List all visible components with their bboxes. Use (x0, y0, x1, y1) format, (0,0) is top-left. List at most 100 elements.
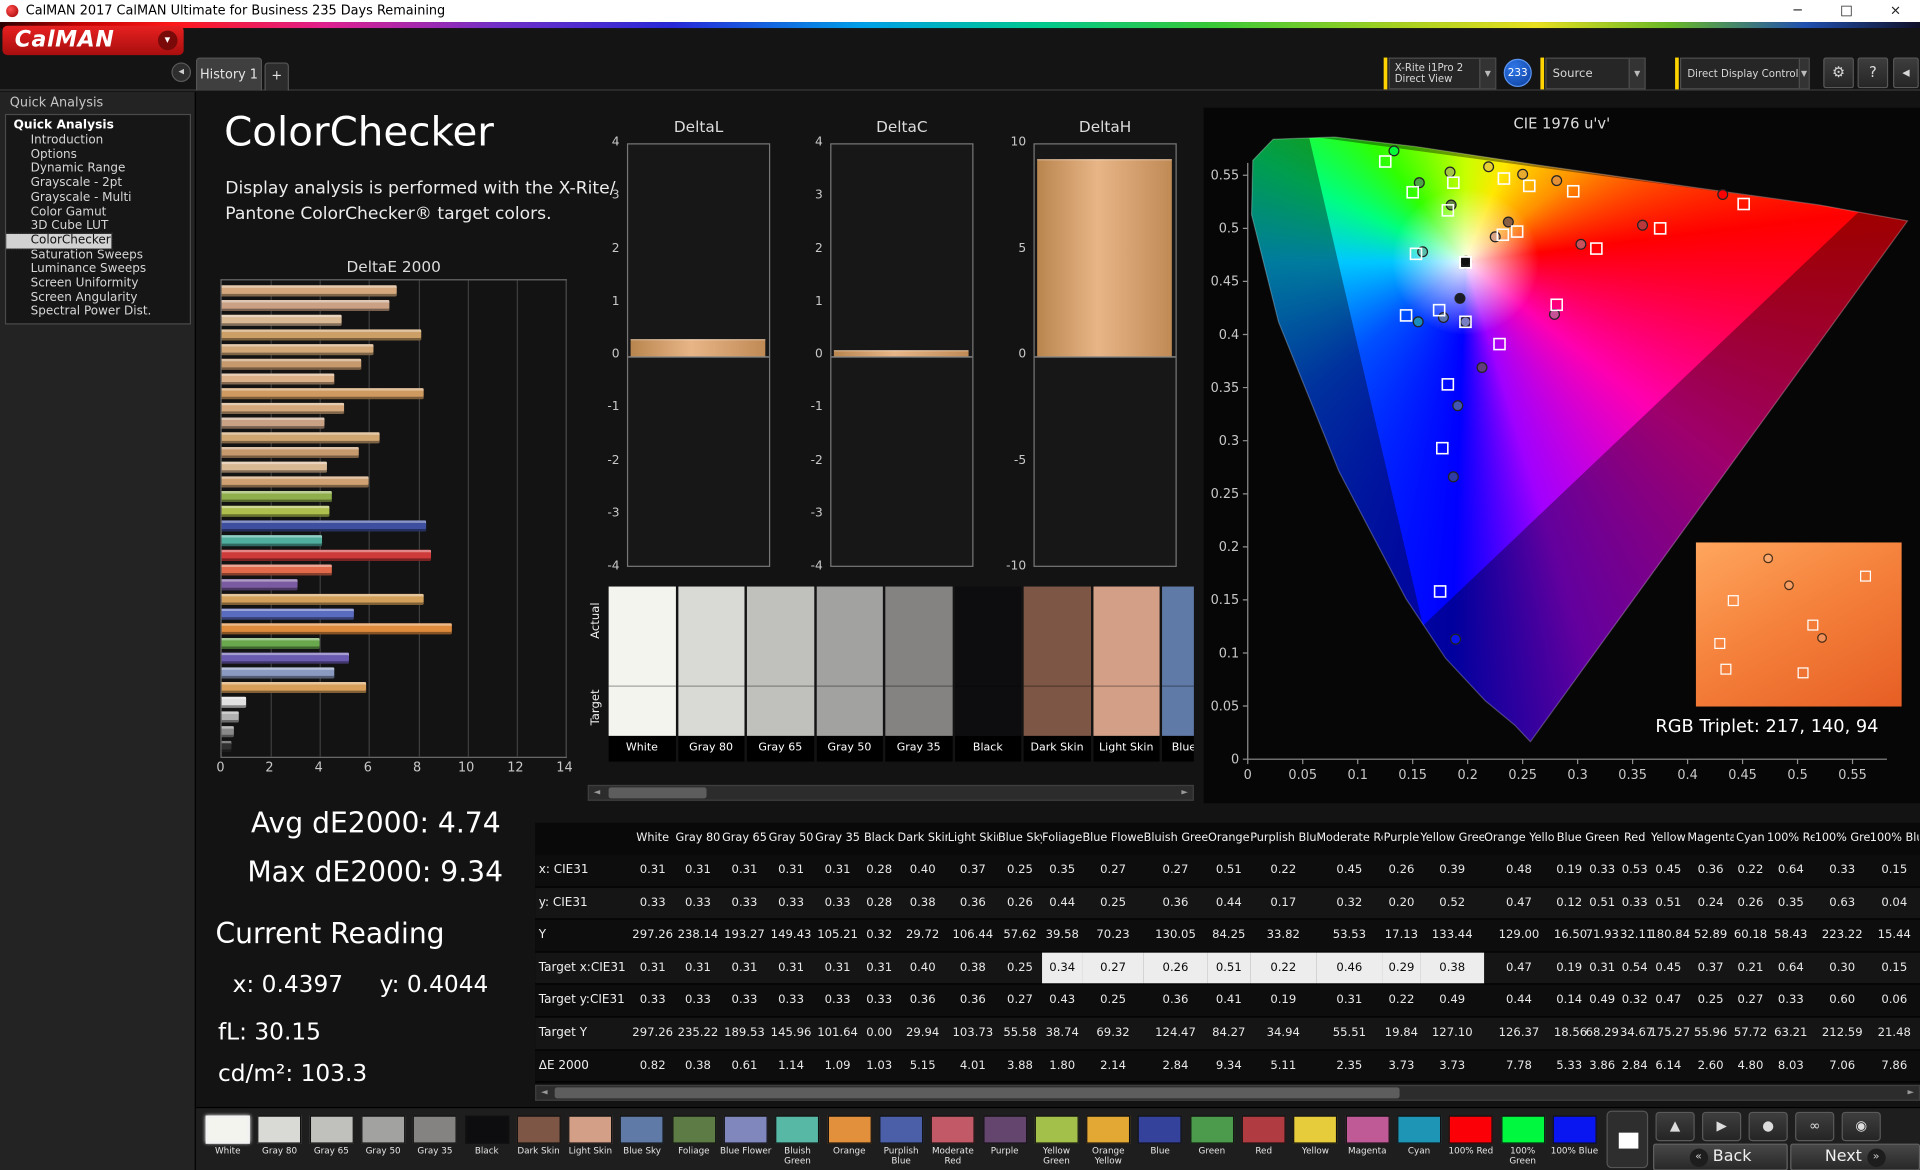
table-cell[interactable]: 0.36 (1144, 887, 1208, 918)
table-scrollbar[interactable]: ◄ ► (535, 1084, 1920, 1101)
table-cell[interactable]: 0.31 (861, 952, 898, 983)
add-tab-button[interactable]: + (264, 62, 289, 91)
table-cell[interactable]: 106.44 (948, 920, 998, 951)
table-cell[interactable]: 0.47 (1649, 985, 1687, 1016)
strip-swatch-dark-skin[interactable]: Dark Skin (1023, 586, 1091, 762)
table-cell[interactable]: 0.04 (1870, 887, 1919, 918)
table-cell[interactable]: 0.25 (998, 855, 1042, 886)
patch-button-cyan[interactable]: Cyan (1395, 1113, 1444, 1169)
table-cell[interactable]: 1.80 (1042, 1050, 1082, 1081)
patch-button-gray-65[interactable]: Gray 65 (307, 1113, 356, 1169)
table-cell[interactable]: 52.89 (1687, 920, 1734, 951)
table-cell[interactable]: 238.14 (675, 920, 722, 951)
table-cell[interactable]: 0.37 (948, 855, 998, 886)
table-cell[interactable]: 0.31 (814, 855, 861, 886)
table-cell[interactable]: 1.14 (768, 1050, 815, 1081)
table-cell[interactable]: 0.33 (1620, 887, 1649, 918)
table-cell[interactable]: 5.15 (898, 1050, 948, 1081)
table-cell[interactable]: 55.96 (1687, 1018, 1734, 1049)
table-cell[interactable]: 0.31 (721, 855, 768, 886)
table-cell[interactable]: 0.30 (1815, 952, 1870, 983)
table-cell[interactable]: 0.32 (1620, 985, 1649, 1016)
table-cell[interactable]: 180.84 (1649, 920, 1690, 951)
table-cell[interactable]: 0.31 (1316, 985, 1382, 1016)
table-cell[interactable]: 0.52 (1420, 887, 1484, 918)
strip-scroll-thumb[interactable] (608, 787, 707, 799)
sidebar-item-color-gamut[interactable]: Color Gamut (6, 205, 190, 219)
table-cell[interactable]: 101.64 (814, 1018, 861, 1049)
patch-button-orange-yellow[interactable]: Orange Yellow (1084, 1113, 1133, 1169)
meter-dropdown[interactable]: X-Rite i1Pro 2 Direct View ▼ (1388, 57, 1497, 90)
strip-scroll-right-icon[interactable]: ► (1177, 786, 1193, 799)
table-cell[interactable]: 0.33 (861, 985, 898, 1016)
table-cell[interactable]: 235.22 (675, 1018, 722, 1049)
strip-swatch-light-skin[interactable]: Light Skin (1092, 586, 1160, 762)
eject-button[interactable]: ▲ (1655, 1111, 1695, 1142)
table-cell[interactable]: 0.33 (1767, 985, 1815, 1016)
patch-button-blue-flower[interactable]: Blue Flower (720, 1113, 771, 1169)
table-scroll-left-icon[interactable]: ◄ (536, 1086, 552, 1099)
table-cell[interactable]: 0.32 (1316, 887, 1382, 918)
table-cell[interactable]: 0.15 (1870, 952, 1919, 983)
maximize-button[interactable]: □ (1822, 0, 1871, 22)
table-cell[interactable]: 3.73 (1382, 1050, 1420, 1081)
table-cell[interactable]: 0.22 (1250, 855, 1316, 886)
table-cell[interactable]: 3.73 (1420, 1050, 1484, 1081)
patch-button-black[interactable]: Black (462, 1113, 511, 1169)
table-cell[interactable]: 2.60 (1687, 1050, 1734, 1081)
table-cell[interactable]: 6.14 (1649, 1050, 1687, 1081)
table-cell[interactable]: 84.25 (1207, 920, 1250, 951)
strip-scroll-left-icon[interactable]: ◄ (589, 786, 605, 799)
table-cell[interactable]: 0.47 (1484, 952, 1554, 983)
table-cell[interactable]: 0.12 (1554, 887, 1585, 918)
table-cell[interactable]: 0.31 (768, 855, 815, 886)
patch-button-red[interactable]: Red (1239, 1113, 1288, 1169)
patch-button-100-green[interactable]: 100% Green (1498, 1113, 1547, 1169)
table-cell[interactable]: 0.32 (861, 920, 898, 951)
patch-button-purplish-blue[interactable]: Purplish Blue (877, 1113, 926, 1169)
patch-button-purple[interactable]: Purple (980, 1113, 1029, 1169)
table-cell[interactable]: 0.22 (1382, 985, 1420, 1016)
pattern-window-button[interactable] (1606, 1110, 1649, 1169)
table-cell[interactable]: 0.44 (1484, 985, 1554, 1016)
table-cell[interactable]: 0.33 (675, 887, 722, 918)
patch-button-100-blue[interactable]: 100% Blue (1550, 1113, 1599, 1169)
table-cell[interactable]: 0.38 (1420, 952, 1485, 984)
table-cell[interactable]: 0.45 (1649, 952, 1687, 983)
table-cell[interactable]: 8.03 (1767, 1050, 1815, 1081)
table-cell[interactable]: 0.40 (898, 952, 948, 983)
table-cell[interactable]: 0.40 (898, 855, 948, 886)
table-cell[interactable]: 0.19 (1554, 952, 1585, 983)
table-cell[interactable]: 7.78 (1484, 1050, 1554, 1081)
patch-button-dark-skin[interactable]: Dark Skin (514, 1113, 563, 1169)
table-cell[interactable]: 103.73 (948, 1018, 998, 1049)
sidebar-item-screen-angularity[interactable]: Screen Angularity (6, 291, 190, 305)
table-cell[interactable]: 19.84 (1382, 1018, 1420, 1049)
table-cell[interactable]: 129.00 (1484, 920, 1554, 951)
table-cell[interactable]: 1.03 (861, 1050, 898, 1081)
patch-button-green[interactable]: Green (1187, 1113, 1236, 1169)
camera-button[interactable]: ◉ (1841, 1111, 1881, 1142)
table-cell[interactable]: 297.26 (631, 920, 675, 951)
table-cell[interactable]: 0.63 (1815, 887, 1870, 918)
table-cell[interactable]: 133.44 (1420, 920, 1484, 951)
table-cell[interactable]: 57.72 (1734, 1018, 1767, 1049)
table-scroll-thumb[interactable] (554, 1087, 1400, 1099)
table-cell[interactable]: 29.72 (898, 920, 948, 951)
table-cell[interactable]: 0.36 (1687, 855, 1734, 886)
table-cell[interactable]: 69.32 (1082, 1018, 1143, 1049)
table-cell[interactable]: 0.33 (1584, 855, 1620, 886)
record-button[interactable]: ● (1748, 1111, 1788, 1142)
sidebar-collapse-button[interactable]: ◂ (171, 62, 192, 83)
table-cell[interactable]: 0.26 (998, 887, 1042, 918)
tab-history-1[interactable]: History 1 (195, 57, 263, 91)
table-cell[interactable]: 0.48 (1484, 855, 1554, 886)
table-cell[interactable]: 18.56 (1554, 1018, 1587, 1049)
table-cell[interactable]: 0.60 (1815, 985, 1870, 1016)
table-cell[interactable]: 0.20 (1382, 887, 1420, 918)
patch-button-yellow-green[interactable]: Yellow Green (1032, 1113, 1081, 1169)
table-cell[interactable]: 0.31 (675, 855, 722, 886)
table-cell[interactable]: 0.17 (1250, 887, 1316, 918)
table-cell[interactable]: 0.44 (1207, 887, 1250, 918)
table-cell[interactable]: 0.82 (631, 1050, 675, 1081)
